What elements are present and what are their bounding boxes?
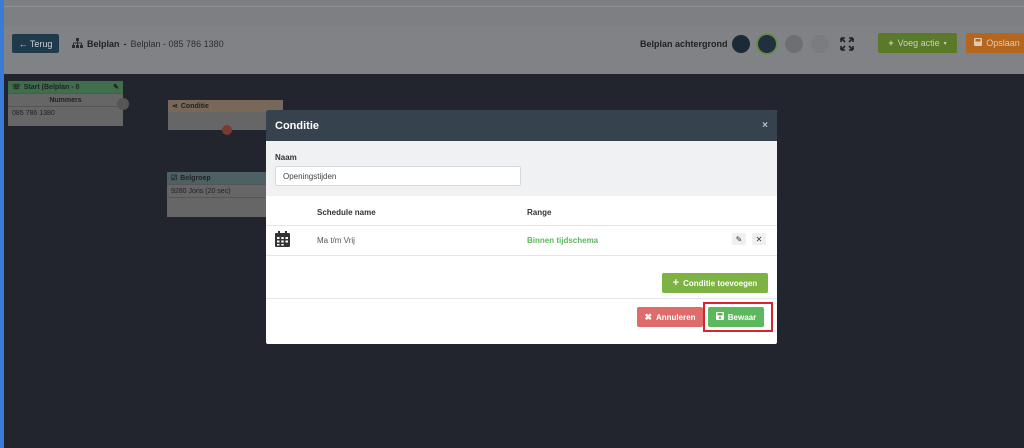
range-column-header: Range bbox=[527, 208, 552, 217]
phone-icon: ☏ bbox=[12, 84, 21, 91]
left-edge-bar bbox=[0, 0, 4, 448]
start-node-section: Nummers bbox=[8, 93, 123, 106]
name-input[interactable] bbox=[275, 166, 521, 186]
close-icon: ✖ bbox=[644, 311, 652, 322]
breadcrumb-subtitle: Belplan - 085 786 1380 bbox=[130, 39, 224, 49]
edit-icon[interactable]: ✎ bbox=[113, 83, 119, 91]
footer-divider bbox=[266, 298, 777, 299]
add-action-button[interactable]: + Voeg actie ▾ bbox=[878, 33, 957, 53]
save-top-button[interactable]: Opslaan bbox=[966, 33, 1024, 53]
background-swatch-4[interactable] bbox=[811, 35, 829, 53]
name-section: Naam bbox=[266, 141, 777, 196]
calendar-icon bbox=[275, 231, 290, 247]
breadcrumb-separator: - bbox=[123, 39, 127, 49]
modal-title: Conditie bbox=[275, 119, 319, 132]
floppy-icon bbox=[974, 38, 983, 48]
condition-modal: Conditie × Naam Schedule name Range Ma t… bbox=[266, 110, 777, 344]
start-node-connector[interactable] bbox=[117, 98, 129, 110]
start-node-header: ☏ Start (Belplan - 0 ✎ bbox=[8, 81, 123, 93]
close-icon[interactable]: × bbox=[762, 120, 768, 131]
background-swatch-2[interactable] bbox=[758, 35, 776, 53]
save-highlight-box bbox=[703, 302, 773, 332]
group-node-member: 9280 Joris (20 sec) bbox=[167, 184, 282, 197]
table-header-divider bbox=[266, 225, 777, 226]
back-button-label: ← Terug bbox=[18, 38, 53, 49]
group-node-title: Belgroep bbox=[180, 174, 211, 182]
background-swatch-3[interactable] bbox=[785, 35, 803, 53]
table-row-divider bbox=[266, 255, 777, 256]
start-node-title: Start (Belplan - 0 bbox=[23, 83, 80, 91]
delete-icon[interactable]: ✕ bbox=[752, 233, 766, 245]
condition-node-title: Conditie bbox=[180, 102, 209, 110]
group-node[interactable]: ☑ Belgroep 9280 Joris (20 sec) bbox=[167, 172, 282, 217]
caret-down-icon: ▾ bbox=[943, 40, 947, 47]
breadcrumb-title: Belplan bbox=[87, 39, 120, 49]
save-top-label: Opslaan bbox=[986, 38, 1020, 48]
start-node-number: 085 786 1380 bbox=[8, 106, 123, 119]
toolbar bbox=[0, 26, 1024, 74]
condition-node-connector[interactable] bbox=[222, 125, 232, 135]
add-action-label: Voeg actie bbox=[897, 38, 940, 48]
plus-icon: + bbox=[888, 38, 894, 48]
range-cell: Binnen tijdschema bbox=[527, 236, 599, 245]
background-swatch-1[interactable] bbox=[732, 35, 750, 53]
share-icon: ⋖ bbox=[172, 103, 178, 110]
back-button[interactable]: ← Terug bbox=[12, 34, 59, 53]
schedule-column-header: Schedule name bbox=[317, 208, 376, 217]
top-strip bbox=[0, 0, 1024, 26]
sitemap-icon bbox=[72, 38, 83, 50]
add-condition-label: Conditie toevoegen bbox=[683, 278, 758, 288]
top-strip-line bbox=[0, 6, 1024, 7]
group-node-empty bbox=[167, 197, 282, 210]
add-condition-button[interactable]: + Conditie toevoegen bbox=[662, 273, 768, 293]
checkbox-icon: ☑ bbox=[171, 175, 178, 182]
cancel-label: Annuleren bbox=[655, 312, 696, 322]
plus-icon: + bbox=[672, 277, 680, 289]
pencil-icon[interactable]: ✎ bbox=[732, 233, 746, 245]
background-label: Belplan achtergrond bbox=[640, 39, 728, 49]
cancel-button[interactable]: ✖ Annuleren bbox=[637, 307, 703, 327]
modal-header: Conditie × bbox=[266, 110, 777, 141]
name-label: Naam bbox=[275, 153, 297, 162]
fullscreen-icon[interactable] bbox=[840, 37, 854, 51]
start-node[interactable]: ☏ Start (Belplan - 0 ✎ Nummers 085 786 1… bbox=[8, 81, 123, 126]
breadcrumb: Belplan - Belplan - 085 786 1380 bbox=[72, 38, 224, 50]
group-node-header: ☑ Belgroep bbox=[167, 172, 282, 184]
schedule-name-cell: Ma t/m Vrij bbox=[317, 236, 355, 245]
